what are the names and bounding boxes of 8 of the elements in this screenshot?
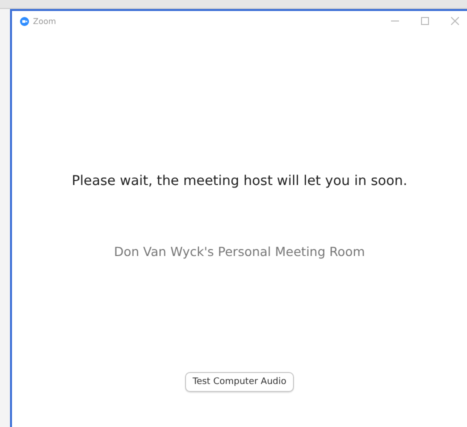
camera-logo-icon — [20, 16, 29, 26]
meeting-room-name: Don Van Wyck's Personal Meeting Room — [114, 244, 365, 259]
test-audio-button[interactable]: Test Computer Audio — [184, 372, 294, 392]
minimize-icon[interactable] — [391, 20, 399, 22]
maximize-icon[interactable] — [421, 17, 429, 25]
waiting-message: Please wait, the meeting host will let you in soon. — [72, 173, 408, 189]
close-icon[interactable] — [451, 17, 459, 25]
window-title: Zoom — [33, 16, 56, 26]
